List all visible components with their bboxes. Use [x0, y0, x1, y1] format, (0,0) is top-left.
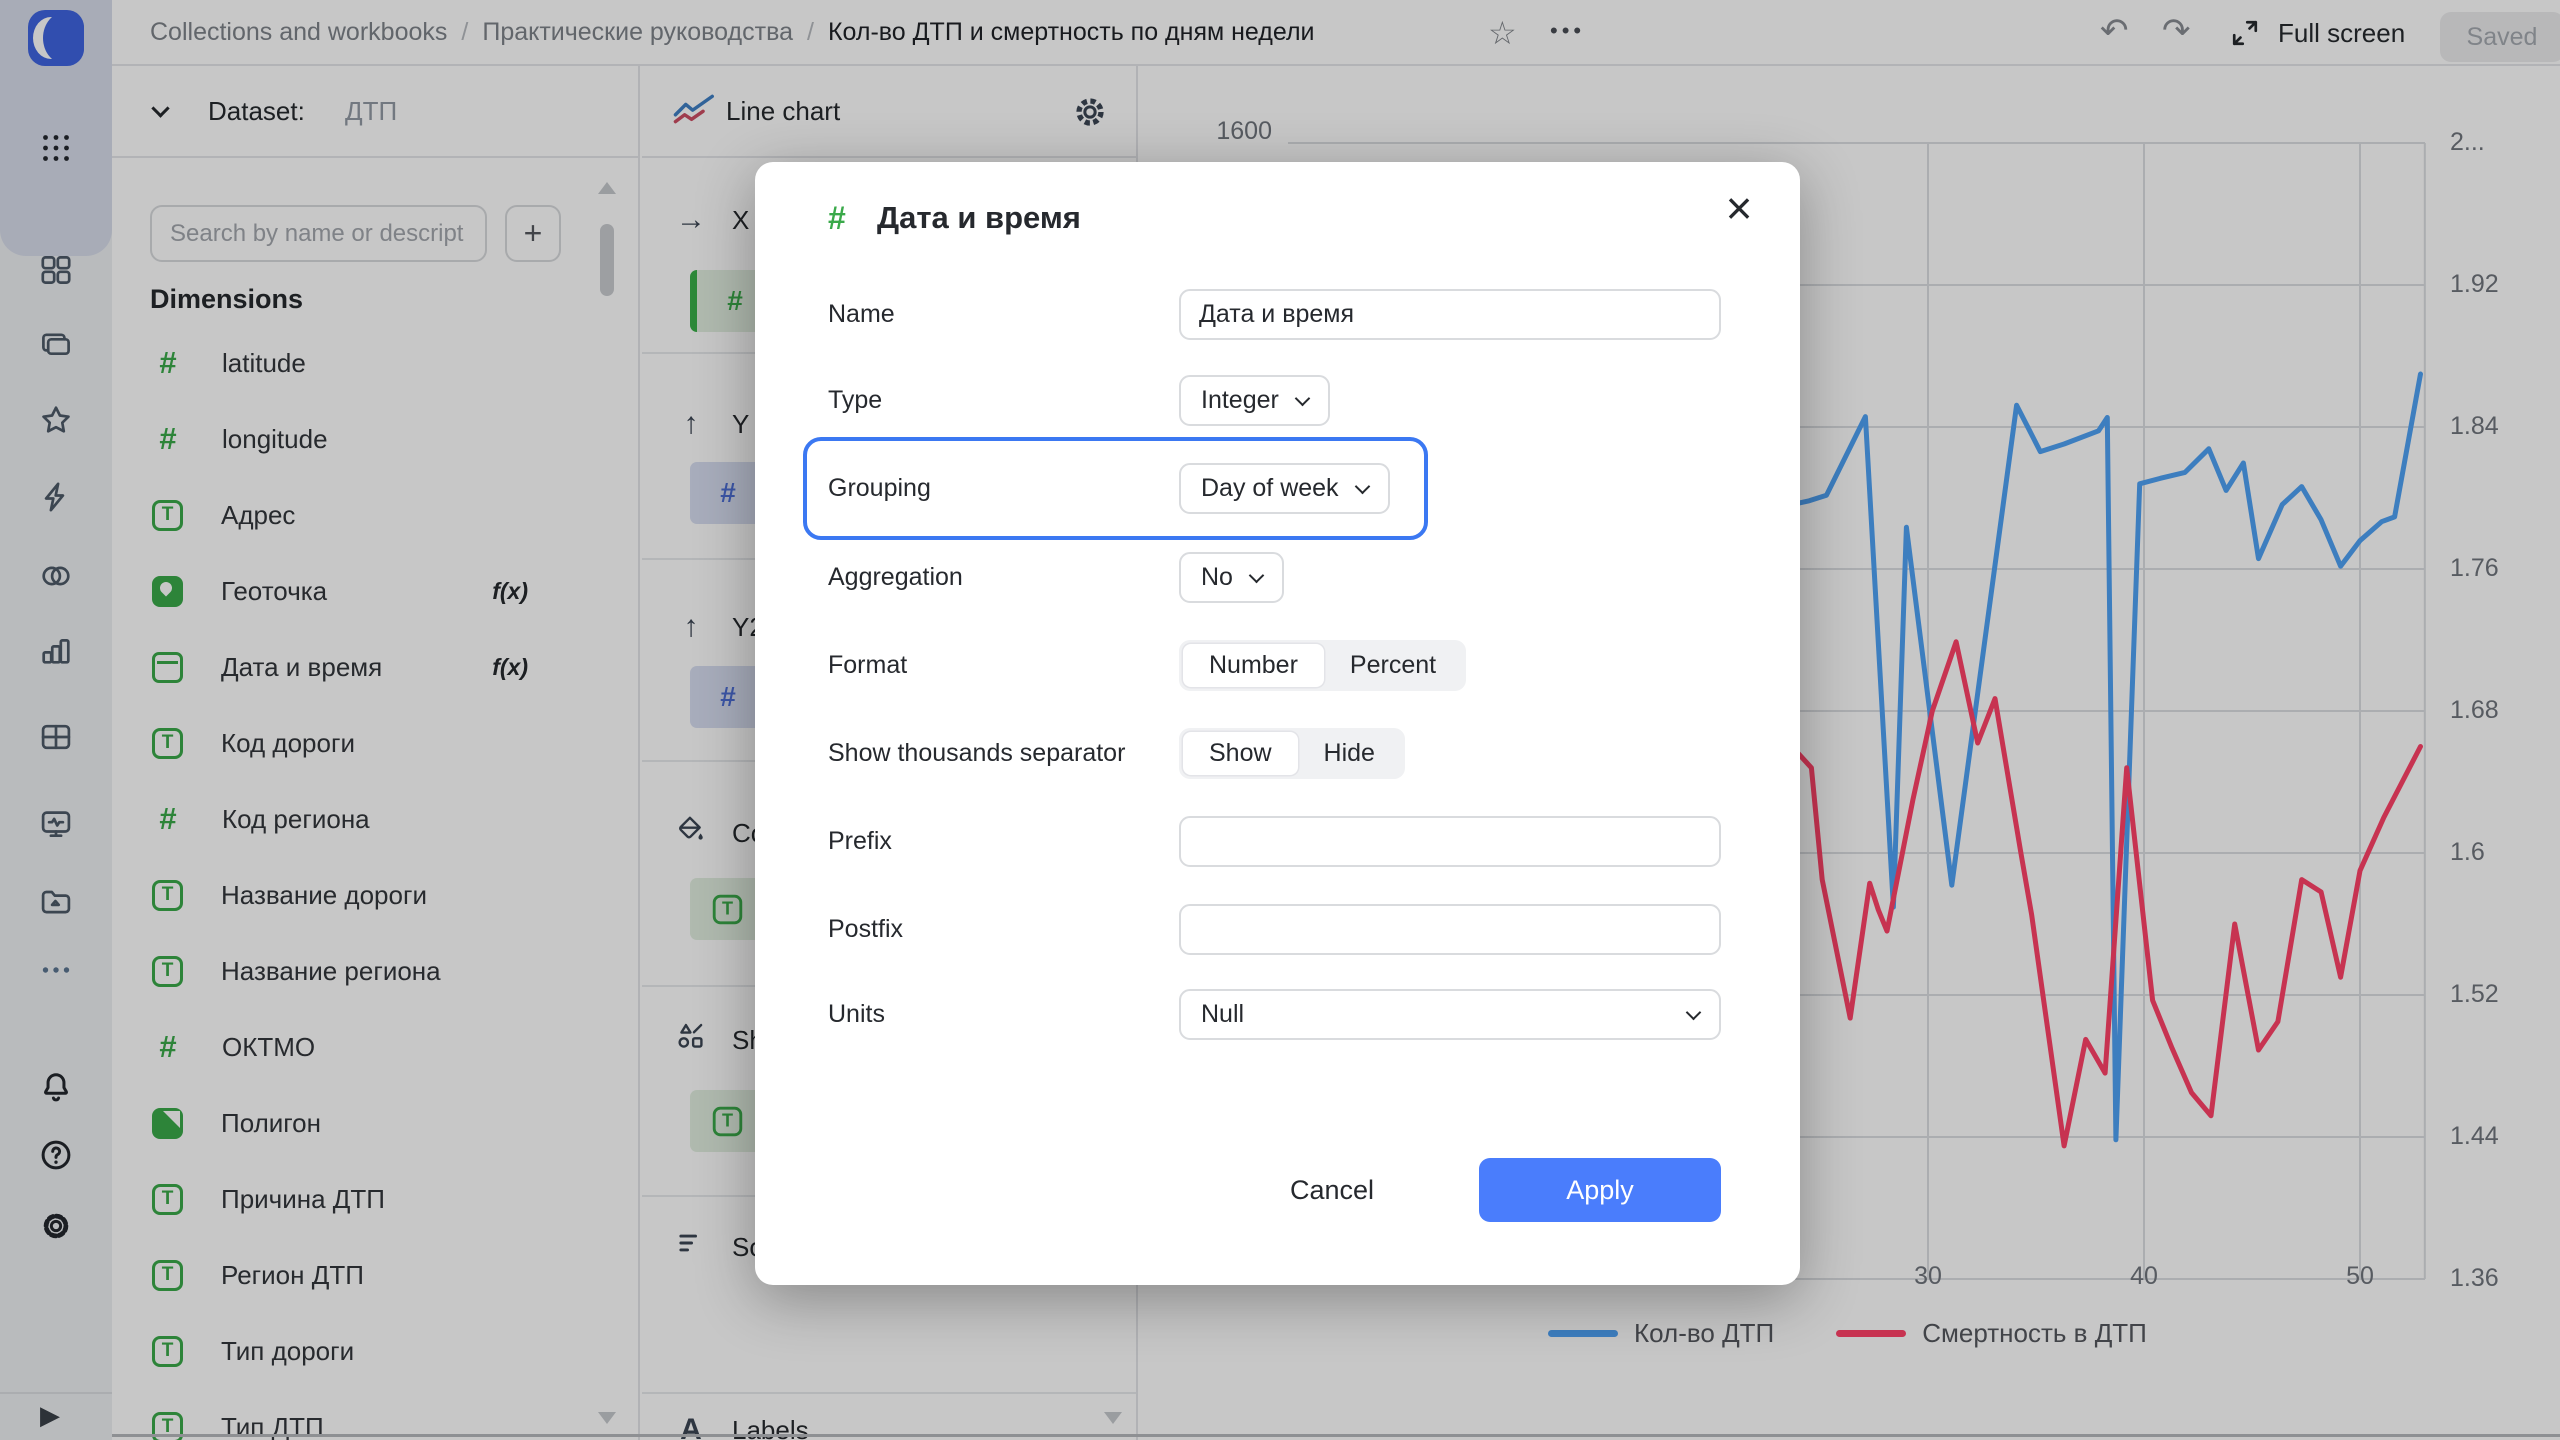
apply-button[interactable]: Apply [1479, 1158, 1721, 1222]
type-label: Type [828, 386, 883, 414]
modal-title: Дата и время [877, 200, 1081, 235]
format-percent-option[interactable]: Percent [1324, 644, 1462, 687]
name-row: Name [828, 289, 1728, 340]
prefix-row: Prefix [828, 816, 1728, 867]
chevron-down-icon [1685, 1004, 1702, 1020]
thousands-separator-row: Show thousands separator Show Hide [828, 728, 1728, 779]
format-segmented-control: Number Percent [1179, 640, 1467, 691]
thousands-separator-label: Show thousands separator [828, 739, 1126, 767]
name-label: Name [828, 300, 895, 328]
units-row: Units Null [828, 989, 1728, 1040]
type-row: Type Integer [828, 375, 1728, 426]
grouping-row: Grouping Day of week [828, 463, 1728, 514]
grouping-label: Grouping [828, 474, 931, 502]
grouping-dropdown[interactable]: Day of week [1179, 463, 1390, 514]
aggregation-dropdown[interactable]: No [1179, 552, 1284, 603]
postfix-row: Postfix [828, 904, 1728, 955]
prefix-field[interactable] [1179, 816, 1721, 867]
format-number-option[interactable]: Number [1183, 644, 1324, 687]
thousands-hide-option[interactable]: Hide [1298, 732, 1401, 775]
format-row: Format Number Percent [828, 640, 1728, 691]
field-settings-modal: # Дата и время × Name Type Integer Group… [755, 162, 1800, 1285]
format-label: Format [828, 651, 908, 679]
app-window: ▶ Collections and workbooks / Практическ… [0, 0, 2560, 1440]
name-field[interactable] [1179, 289, 1721, 340]
units-dropdown[interactable]: Null [1179, 989, 1721, 1040]
thousands-show-option[interactable]: Show [1183, 732, 1298, 775]
thousands-segmented-control: Show Hide [1179, 728, 1405, 779]
type-dropdown[interactable]: Integer [1179, 375, 1330, 426]
cancel-button[interactable]: Cancel [1262, 1158, 1402, 1222]
prefix-label: Prefix [828, 827, 892, 855]
close-icon[interactable]: × [1711, 180, 1767, 236]
postfix-label: Postfix [828, 915, 904, 943]
aggregation-row: Aggregation No [828, 552, 1728, 603]
field-type-number-icon: # [828, 200, 846, 236]
chevron-down-icon [1248, 567, 1265, 583]
chevron-down-icon [1354, 478, 1370, 494]
units-label: Units [828, 1000, 885, 1028]
chevron-down-icon [1294, 390, 1311, 406]
postfix-field[interactable] [1179, 904, 1721, 955]
aggregation-label: Aggregation [828, 563, 963, 591]
